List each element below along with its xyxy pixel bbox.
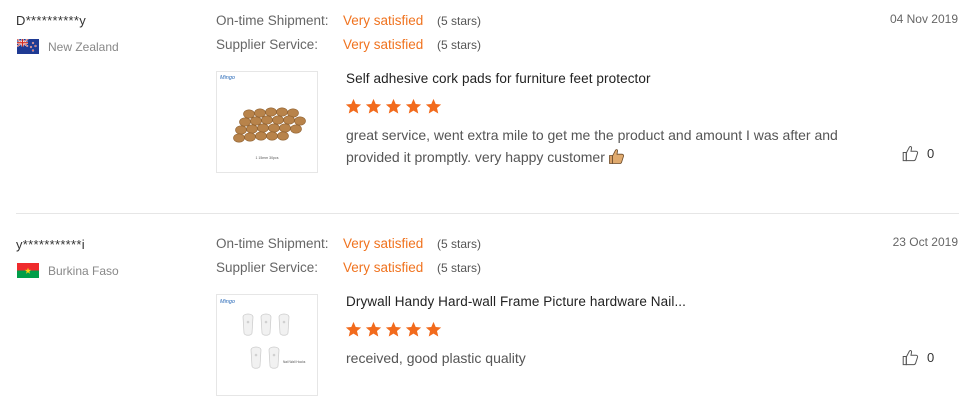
service-value: Very satisfied [343,37,424,52]
product-title[interactable]: Drywall Handy Hard-wall Frame Picture ha… [346,294,686,309]
star-icon [405,321,422,337]
shipment-label: On-time Shipment: [216,13,329,28]
thumbs-up-outline-icon [902,146,919,162]
review-item: y***********i Burkina Faso On-time Shipm… [0,213,978,414]
service-rating: Supplier Service: Very satisfied (5 star… [216,260,481,275]
star-icon [425,321,442,337]
star-icon [365,321,382,337]
thumb-brand: Mingo [220,75,235,81]
review-date: 23 Oct 2019 [892,235,958,249]
thumbs-up-emoji-icon [608,149,624,164]
reviewer-name: D**********y [16,13,87,28]
product-title[interactable]: Self adhesive cork pads for furniture fe… [346,71,651,86]
reviewer-name: y***********i [16,237,85,252]
star-icon [385,98,402,114]
service-label: Supplier Service: [216,37,319,52]
review-text: received, good plastic quality [346,347,841,369]
helpful-button[interactable]: 0 [902,145,934,162]
product-rating-stars [345,321,442,338]
reviewer-country: New Zealand [17,39,119,54]
star-icon [405,98,422,114]
service-rating: Supplier Service: Very satisfied (5 star… [216,37,481,52]
star-icon [365,98,382,114]
shipment-stars: (5 stars) [437,14,482,28]
helpful-count: 0 [927,146,935,161]
star-icon [345,98,362,114]
star-icon [385,321,402,337]
thumbs-up-outline-icon [902,350,919,366]
burkina-faso-flag-icon [17,263,39,278]
review-text: great service, went extra mile to get me… [346,124,841,168]
star-icon [425,98,442,114]
product-thumbnail[interactable]: Mingo 1 15mm 30pcs [216,71,318,173]
thumb-caption: Nail Wall Hooks [283,360,306,364]
shipment-label: On-time Shipment: [216,236,329,251]
new-zealand-flag-icon [17,39,39,54]
shipment-rating: On-time Shipment: Very satisfied (5 star… [216,236,481,251]
shipment-rating: On-time Shipment: Very satisfied (5 star… [216,13,481,28]
service-label: Supplier Service: [216,260,319,275]
thumb-caption: 1 15mm 30pcs [256,156,279,160]
country-name: Burkina Faso [48,263,119,278]
review-date: 04 Nov 2019 [889,12,958,26]
service-value: Very satisfied [343,260,424,275]
service-stars: (5 stars) [437,38,482,52]
review-text-content: great service, went extra mile to get me… [346,127,838,165]
service-stars: (5 stars) [437,261,482,275]
shipment-value: Very satisfied [343,236,424,251]
shipment-stars: (5 stars) [437,237,482,251]
helpful-button[interactable]: 0 [902,349,934,366]
helpful-count: 0 [927,350,935,365]
reviewer-country: Burkina Faso [17,263,119,278]
product-rating-stars [345,98,442,115]
thumb-brand: Mingo [220,299,235,305]
country-name: New Zealand [48,39,119,54]
star-icon [345,321,362,337]
shipment-value: Very satisfied [343,13,424,28]
review-text-content: received, good plastic quality [346,350,526,366]
product-thumbnail[interactable]: Mingo Nail Wall Hooks [216,294,318,396]
review-item: D**********y New Zealand On-time Shipmen… [0,0,978,213]
